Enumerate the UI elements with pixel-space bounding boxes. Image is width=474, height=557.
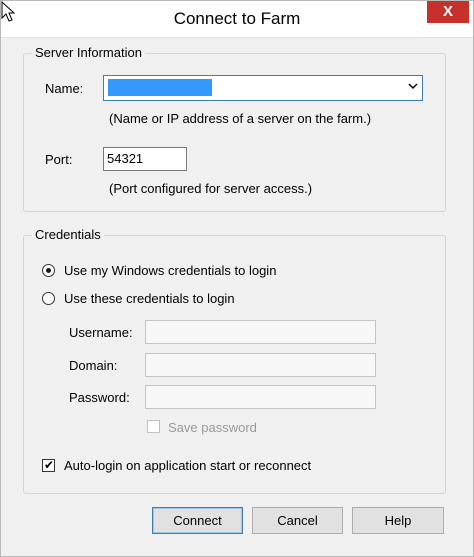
password-label: Password: [69, 390, 130, 405]
window-title: Connect to Farm [173, 9, 301, 28]
windows-credentials-label[interactable]: Use my Windows credentials to login [64, 263, 276, 278]
password-input[interactable] [145, 385, 376, 409]
connect-to-farm-dialog: Connect to Farm X Server Information Nam… [0, 0, 474, 557]
domain-input[interactable] [145, 353, 376, 377]
username-input[interactable] [145, 320, 376, 344]
custom-credentials-radio[interactable] [42, 292, 55, 305]
save-password-label[interactable]: Save password [168, 420, 257, 435]
port-hint: (Port configured for server access.) [109, 181, 313, 196]
auto-login-checkbox[interactable]: ✔ [42, 458, 55, 472]
connect-button[interactable]: Connect [152, 507, 243, 534]
domain-label: Domain: [69, 358, 118, 373]
save-password-checkbox[interactable] [147, 420, 160, 433]
server-name-value: server-name.local [108, 79, 212, 96]
credentials-label: Credentials [32, 227, 104, 242]
auto-login-label[interactable]: Auto-login on application start or recon… [64, 458, 311, 473]
port-input[interactable]: 54321 [103, 147, 187, 171]
chevron-down-icon[interactable] [408, 81, 418, 91]
help-button[interactable]: Help [352, 507, 444, 534]
server-name-combobox[interactable]: server-name.local [103, 75, 423, 101]
title-bar: Connect to Farm X [1, 1, 473, 38]
name-label: Name: [45, 81, 84, 96]
windows-credentials-radio[interactable] [42, 264, 55, 277]
cancel-button[interactable]: Cancel [252, 507, 343, 534]
custom-credentials-label[interactable]: Use these credentials to login [64, 291, 235, 306]
username-label: Username: [69, 325, 133, 340]
mouse-pointer-icon [1, 1, 16, 22]
server-information-label: Server Information [32, 45, 145, 60]
radio-selected-dot [46, 268, 51, 273]
checkmark-icon: ✔ [44, 458, 55, 472]
close-icon: X [442, 3, 453, 20]
name-hint: (Name or IP address of a server on the f… [109, 111, 372, 126]
close-button[interactable]: X [427, 1, 469, 23]
port-label: Port: [45, 152, 73, 167]
